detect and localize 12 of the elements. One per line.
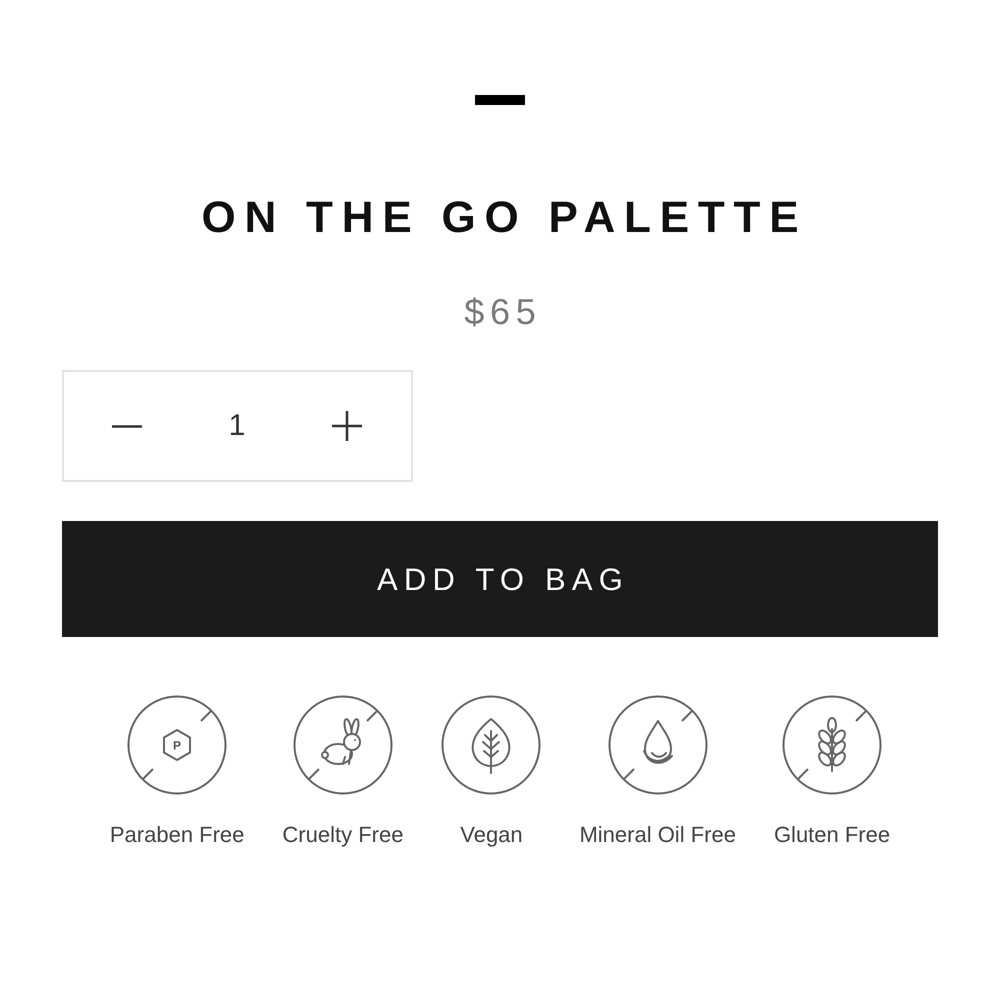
badge-label: Mineral Oil Free — [579, 824, 736, 846]
plus-icon — [332, 411, 362, 441]
badge-label: Paraben Free — [110, 824, 244, 846]
minus-icon — [112, 424, 142, 428]
quantity-value[interactable]: 1 — [182, 411, 292, 441]
product-title: ON THE GO PALETTE — [200, 196, 808, 240]
add-to-bag-button[interactable]: ADD TO BAG — [62, 521, 938, 637]
badge-label: Gluten Free — [774, 824, 890, 846]
product-price: $65 — [463, 294, 542, 330]
badge-label: Cruelty Free — [282, 824, 404, 846]
accent-bar — [475, 95, 525, 105]
badge-label: Vegan — [460, 824, 523, 846]
